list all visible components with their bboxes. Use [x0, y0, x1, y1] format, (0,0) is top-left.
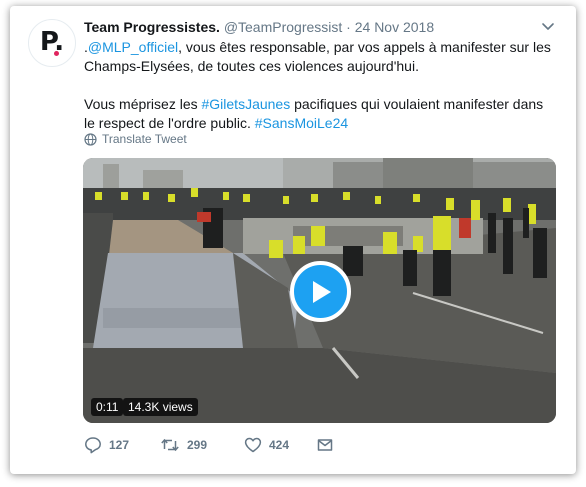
- globe-icon: [84, 132, 97, 146]
- share-button[interactable]: [316, 436, 334, 454]
- tweet-card: P. Team Progressistes. @TeamProgressist …: [10, 6, 576, 474]
- tweet-paragraph-2: Vous méprisez les #GiletsJaunes pacifiqu…: [84, 95, 554, 133]
- tweet-header: Team Progressistes. @TeamProgressist · 2…: [84, 18, 434, 36]
- translate-label: Translate Tweet: [102, 132, 187, 146]
- reply-button[interactable]: 127: [84, 436, 129, 454]
- text-body-2a: Vous méprisez les: [84, 96, 202, 112]
- reply-count: 127: [109, 438, 130, 452]
- tweet-paragraph-1: .@MLP_officiel, vous êtes responsable, p…: [84, 38, 554, 76]
- share-icon: [317, 439, 333, 451]
- chevron-down-icon[interactable]: [540, 20, 556, 34]
- tweet-text: .@MLP_officiel, vous êtes responsable, p…: [84, 38, 554, 133]
- retweet-icon: [161, 438, 179, 452]
- video-player[interactable]: 0:11 14.3K views: [83, 158, 556, 423]
- header-separator: ·: [346, 19, 351, 35]
- hashtag-link-sansmoile24[interactable]: #SansMoiLe24: [255, 115, 348, 131]
- like-button[interactable]: 424: [244, 436, 289, 454]
- avatar[interactable]: P.: [28, 19, 76, 67]
- retweet-count: 299: [187, 438, 208, 452]
- author-name[interactable]: Team Progressistes.: [84, 19, 220, 35]
- mention-link[interactable]: @MLP_officiel: [88, 39, 178, 55]
- like-icon: [244, 437, 262, 453]
- retweet-button[interactable]: 299: [160, 436, 207, 454]
- author-handle[interactable]: @TeamProgressist: [224, 19, 342, 35]
- play-icon: [312, 280, 331, 303]
- translate-tweet-link[interactable]: Translate Tweet: [84, 132, 187, 146]
- avatar-logo: P.: [39, 27, 65, 57]
- video-duration: 0:11: [91, 398, 124, 416]
- like-count: 424: [269, 438, 290, 452]
- hashtag-link-giletsjaunes[interactable]: #GiletsJaunes: [202, 96, 291, 112]
- reply-icon: [85, 437, 101, 454]
- avatar-dot: [54, 51, 59, 56]
- video-views: 14.3K views: [123, 398, 198, 416]
- tweet-date[interactable]: 24 Nov 2018: [355, 19, 434, 35]
- play-button[interactable]: [290, 261, 351, 322]
